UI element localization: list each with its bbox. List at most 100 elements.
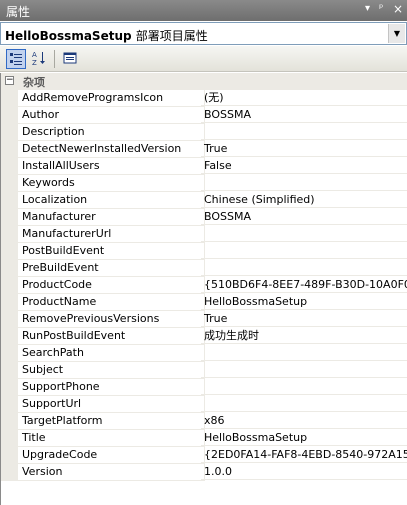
property-name[interactable]: Version bbox=[18, 464, 205, 481]
property-name[interactable]: Keywords bbox=[18, 175, 205, 192]
row-gutter bbox=[1, 175, 18, 192]
property-value[interactable]: {2ED0FA14-FAF8-4EBD-8540-972A1523D8 bbox=[201, 447, 407, 463]
toolbar-separator bbox=[54, 50, 55, 68]
property-row[interactable]: RemovePreviousVersions True bbox=[1, 311, 407, 328]
property-name[interactable]: TargetPlatform bbox=[18, 413, 205, 430]
row-gutter bbox=[1, 141, 18, 158]
property-row[interactable]: UpgradeCode {2ED0FA14-FAF8-4EBD-8540-972A… bbox=[1, 447, 407, 464]
property-row[interactable]: Keywords bbox=[1, 175, 407, 192]
property-value[interactable]: True bbox=[201, 311, 407, 327]
property-value[interactable]: Chinese (Simplified) bbox=[201, 192, 407, 208]
row-gutter bbox=[1, 362, 18, 379]
row-gutter bbox=[1, 294, 18, 311]
property-value[interactable]: HelloBossmaSetup bbox=[201, 430, 407, 446]
property-row[interactable]: Description bbox=[1, 124, 407, 141]
property-value[interactable]: 1.0.0 bbox=[201, 464, 407, 480]
row-gutter bbox=[1, 277, 18, 294]
property-value[interactable] bbox=[201, 396, 407, 412]
chevron-down-icon[interactable]: ▼ bbox=[388, 24, 405, 43]
property-row[interactable]: PreBuildEvent bbox=[1, 260, 407, 277]
window-menu-dropdown-icon[interactable]: ▾ bbox=[365, 3, 370, 14]
property-row[interactable]: ProductName HelloBossmaSetup bbox=[1, 294, 407, 311]
property-value[interactable]: {510BD6F4-8EE7-489F-B30D-10A0F027B8 bbox=[201, 277, 407, 293]
property-row[interactable]: InstallAllUsers False bbox=[1, 158, 407, 175]
az-sort-icon: A Z bbox=[32, 51, 45, 67]
row-gutter bbox=[1, 379, 18, 396]
property-row[interactable]: SearchPath bbox=[1, 345, 407, 362]
property-name[interactable]: ProductCode bbox=[18, 277, 205, 294]
row-gutter bbox=[1, 260, 18, 277]
property-name[interactable]: PostBuildEvent bbox=[18, 243, 205, 260]
property-value[interactable] bbox=[201, 243, 407, 259]
property-pages-button[interactable] bbox=[60, 49, 80, 69]
property-name[interactable]: PreBuildEvent bbox=[18, 260, 205, 277]
property-row[interactable]: Manufacturer BOSSMA bbox=[1, 209, 407, 226]
property-name[interactable]: AddRemoveProgramsIcon bbox=[18, 90, 205, 107]
property-name[interactable]: InstallAllUsers bbox=[18, 158, 205, 175]
property-value[interactable] bbox=[201, 362, 407, 378]
svg-text:A: A bbox=[32, 51, 37, 59]
property-name[interactable]: RunPostBuildEvent bbox=[18, 328, 205, 345]
property-value[interactable]: BOSSMA bbox=[201, 107, 407, 123]
row-gutter bbox=[1, 243, 18, 260]
property-value[interactable] bbox=[201, 175, 407, 191]
property-value[interactable]: HelloBossmaSetup bbox=[201, 294, 407, 310]
collapse-icon[interactable]: − bbox=[5, 76, 14, 85]
categorized-button[interactable] bbox=[6, 49, 26, 69]
property-row[interactable]: DetectNewerInstalledVersion True bbox=[1, 141, 407, 158]
property-value[interactable] bbox=[201, 124, 407, 140]
row-gutter bbox=[1, 209, 18, 226]
property-name[interactable]: Description bbox=[18, 124, 205, 141]
property-name[interactable]: ProductName bbox=[18, 294, 205, 311]
property-row[interactable]: RunPostBuildEvent 成功生成时 bbox=[1, 328, 407, 345]
property-name[interactable]: SupportUrl bbox=[18, 396, 205, 413]
row-gutter bbox=[1, 447, 18, 464]
property-row[interactable]: Localization Chinese (Simplified) bbox=[1, 192, 407, 209]
property-name[interactable]: Title bbox=[18, 430, 205, 447]
row-gutter bbox=[1, 192, 18, 209]
property-row[interactable]: ProductCode {510BD6F4-8EE7-489F-B30D-10A0… bbox=[1, 277, 407, 294]
property-value[interactable]: (无) bbox=[201, 90, 407, 106]
object-selector[interactable]: HelloBossmaSetup 部署项目属性 ▼ bbox=[0, 22, 407, 45]
row-gutter bbox=[1, 430, 18, 447]
row-gutter bbox=[1, 311, 18, 328]
close-icon[interactable]: × bbox=[393, 2, 403, 16]
property-row[interactable]: PostBuildEvent bbox=[1, 243, 407, 260]
alphabetical-button[interactable]: A Z bbox=[29, 49, 49, 69]
property-value[interactable]: x86 bbox=[201, 413, 407, 429]
property-name[interactable]: RemovePreviousVersions bbox=[18, 311, 205, 328]
property-name[interactable]: Subject bbox=[18, 362, 205, 379]
property-value[interactable] bbox=[201, 260, 407, 276]
row-gutter bbox=[1, 413, 18, 430]
pin-icon[interactable]: ᵖ bbox=[379, 3, 383, 14]
row-gutter bbox=[1, 345, 18, 362]
property-row[interactable]: AddRemoveProgramsIcon (无) bbox=[1, 90, 407, 107]
property-row[interactable]: Version 1.0.0 bbox=[1, 464, 407, 481]
property-name[interactable]: SupportPhone bbox=[18, 379, 205, 396]
property-row[interactable]: SupportPhone bbox=[1, 379, 407, 396]
property-row[interactable]: Author BOSSMA bbox=[1, 107, 407, 124]
property-name[interactable]: Manufacturer bbox=[18, 209, 205, 226]
property-value[interactable]: BOSSMA bbox=[201, 209, 407, 225]
category-header[interactable]: − 杂项 bbox=[1, 73, 407, 90]
property-value[interactable] bbox=[201, 226, 407, 242]
property-name[interactable]: SearchPath bbox=[18, 345, 205, 362]
property-value[interactable]: True bbox=[201, 141, 407, 157]
property-row[interactable]: TargetPlatform x86 bbox=[1, 413, 407, 430]
property-grid: − 杂项 AddRemoveProgramsIcon (无) Author BOSSM… bbox=[0, 73, 407, 505]
svg-text:Z: Z bbox=[32, 59, 37, 66]
property-row[interactable]: ManufacturerUrl bbox=[1, 226, 407, 243]
property-name[interactable]: Author bbox=[18, 107, 205, 124]
property-row[interactable]: SupportUrl bbox=[1, 396, 407, 413]
property-name[interactable]: UpgradeCode bbox=[18, 447, 205, 464]
property-value[interactable]: 成功生成时 bbox=[201, 328, 407, 344]
property-value[interactable]: False bbox=[201, 158, 407, 174]
property-value[interactable] bbox=[201, 379, 407, 395]
property-name[interactable]: DetectNewerInstalledVersion bbox=[18, 141, 205, 158]
property-row[interactable]: Subject bbox=[1, 362, 407, 379]
object-name-text: HelloBossmaSetup bbox=[5, 29, 132, 43]
property-value[interactable] bbox=[201, 345, 407, 361]
property-name[interactable]: ManufacturerUrl bbox=[18, 226, 205, 243]
property-row[interactable]: Title HelloBossmaSetup bbox=[1, 430, 407, 447]
property-name[interactable]: Localization bbox=[18, 192, 205, 209]
